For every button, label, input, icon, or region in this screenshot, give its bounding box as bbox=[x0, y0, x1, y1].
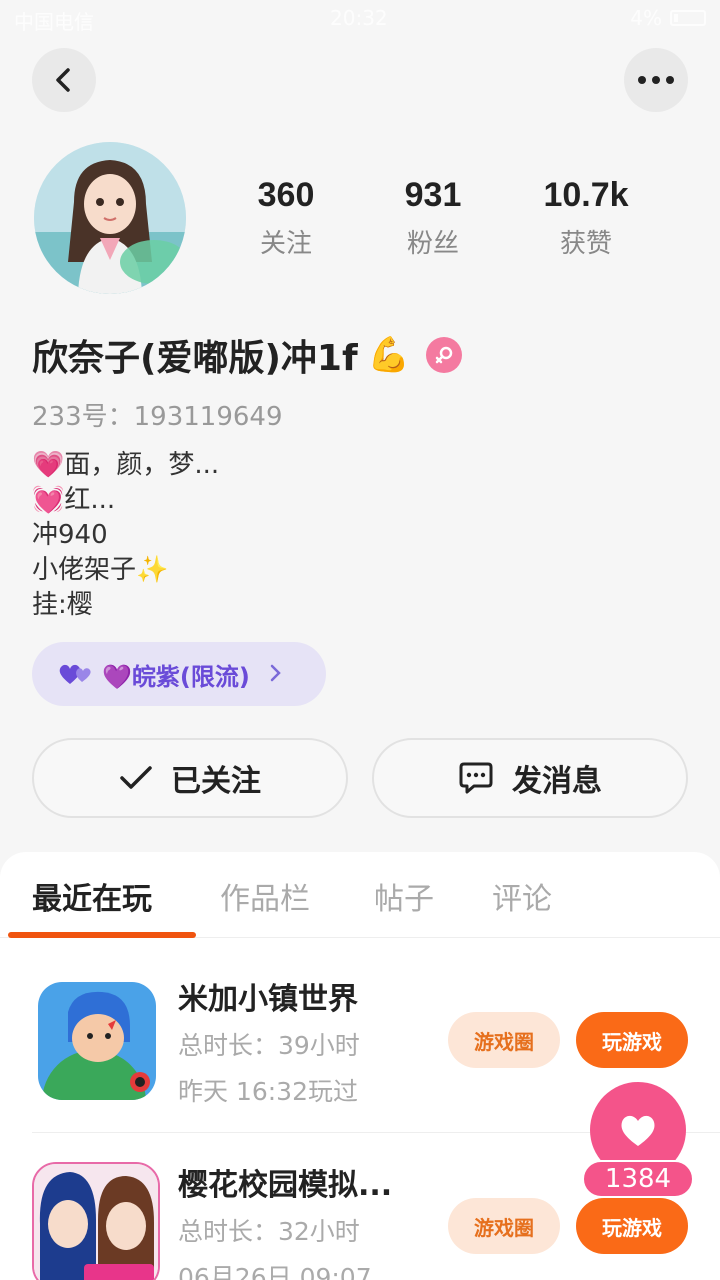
battery-percent: 4% bbox=[630, 6, 662, 30]
stat-fans[interactable]: 931 粉丝 bbox=[363, 176, 503, 260]
game-icon-sakura bbox=[32, 1162, 160, 1280]
female-gender-icon bbox=[425, 337, 462, 373]
chevron-right-icon bbox=[270, 660, 282, 688]
content-card: 最近在玩 作品栏 帖子 评论 米加小镇世界 总时长：39小时 昨天 16:32玩… bbox=[0, 852, 720, 1280]
group-tag[interactable]: 💜皖紫(限流) bbox=[32, 642, 326, 706]
double-heart-icon bbox=[59, 664, 91, 684]
username-row: 欣奈子(爱嘟版)冲1f 💪 bbox=[32, 330, 462, 380]
fans-count: 931 bbox=[404, 176, 462, 214]
heart-icon bbox=[621, 1115, 655, 1146]
followed-label: 已关注 bbox=[171, 764, 261, 799]
likes-label: 获赞 bbox=[559, 229, 612, 259]
message-label: 发消息 bbox=[512, 764, 602, 799]
flexed-arm-emoji: 💪 bbox=[367, 335, 410, 375]
bio-line-3: 冲940 bbox=[32, 520, 108, 550]
profile-page: 中国电信 20:32 4% 360 关注 931 粉丝 10.7k 获赞 欣奈子… bbox=[0, 0, 720, 1280]
message-button[interactable]: 发消息 bbox=[372, 738, 688, 818]
tab-recent-played[interactable]: 最近在玩 bbox=[32, 874, 152, 918]
fans-label: 粉丝 bbox=[406, 229, 459, 259]
game-title: 樱花校园模拟... bbox=[178, 1168, 393, 1203]
bio-line-1: 💗面，颜，梦... bbox=[32, 450, 220, 480]
profile-tabs: 最近在玩 作品栏 帖子 评论 bbox=[0, 852, 720, 938]
game-duration: 总时长：39小时 bbox=[178, 1031, 360, 1060]
group-tag-label: 💜皖紫(限流) bbox=[102, 662, 250, 691]
battery-icon bbox=[670, 10, 706, 26]
followed-button[interactable]: 已关注 bbox=[32, 738, 348, 818]
bio-line-4: 小佬架子✨ bbox=[32, 555, 169, 585]
game-last-played: 06月26日 09:07... bbox=[178, 1263, 396, 1280]
stat-likes[interactable]: 10.7k 获赞 bbox=[516, 176, 656, 260]
tab-posts[interactable]: 帖子 bbox=[374, 874, 434, 918]
more-button[interactable] bbox=[624, 48, 688, 112]
status-icons: 4% bbox=[630, 6, 706, 30]
likes-count: 10.7k bbox=[543, 176, 629, 214]
user-id[interactable]: 233号：193119649 bbox=[32, 396, 283, 433]
game-circle-button[interactable]: 游戏圈 bbox=[448, 1012, 560, 1068]
stat-following[interactable]: 360 关注 bbox=[216, 176, 356, 260]
bio-line-2: 💓红... bbox=[32, 485, 116, 515]
status-bar: 中国电信 20:32 4% bbox=[0, 0, 720, 36]
profile-stats: 360 关注 931 粉丝 10.7k 获赞 bbox=[0, 176, 720, 276]
play-game-button[interactable]: 玩游戏 bbox=[576, 1012, 688, 1068]
more-dots-icon bbox=[638, 76, 674, 84]
bio-line-5: 挂:樱 bbox=[32, 590, 93, 620]
game-icon-miga bbox=[38, 982, 156, 1100]
following-label: 关注 bbox=[259, 229, 312, 259]
game-circle-button[interactable]: 游戏圈 bbox=[448, 1198, 560, 1254]
tab-comments[interactable]: 评论 bbox=[492, 874, 552, 918]
clock: 20:32 bbox=[330, 6, 388, 30]
chevron-left-icon bbox=[56, 68, 70, 92]
game-last-played: 昨天 16:32玩过 bbox=[178, 1077, 358, 1106]
game-title: 米加小镇世界 bbox=[178, 982, 358, 1017]
username: 欣奈子(爱嘟版)冲1f bbox=[32, 338, 358, 379]
carrier-label: 中国电信 bbox=[14, 10, 94, 34]
uid-label: 233号： bbox=[32, 402, 134, 432]
active-tab-indicator bbox=[8, 932, 196, 938]
back-button[interactable] bbox=[32, 48, 96, 112]
uid-value: 193119649 bbox=[133, 402, 283, 432]
game-duration: 总时长：32小时 bbox=[178, 1217, 360, 1246]
like-count: 1384 bbox=[582, 1160, 694, 1198]
checkmark-icon bbox=[120, 766, 152, 789]
bio: 💗面，颜，梦... 💓红... 冲940 小佬架子✨ 挂:樱 bbox=[32, 448, 219, 623]
tab-works[interactable]: 作品栏 bbox=[220, 874, 310, 918]
following-count: 360 bbox=[257, 176, 315, 214]
play-game-button[interactable]: 玩游戏 bbox=[576, 1198, 688, 1254]
chat-bubble-icon bbox=[459, 762, 493, 794]
